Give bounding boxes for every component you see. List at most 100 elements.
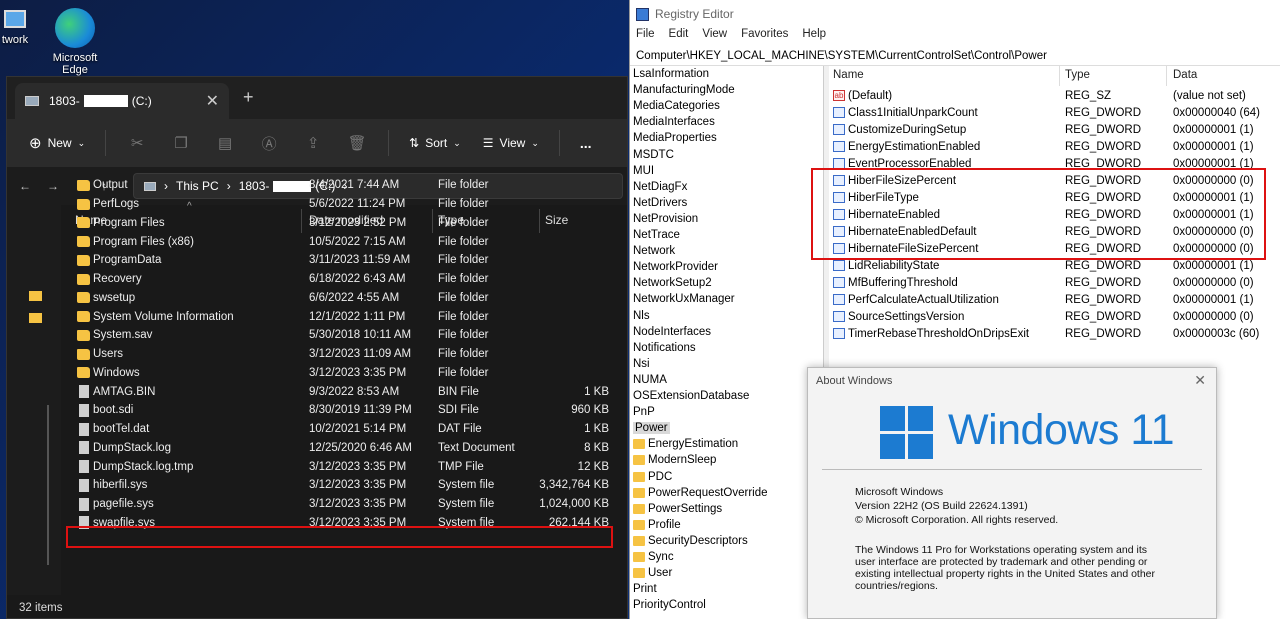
tree-item[interactable]: LsaInformation — [633, 66, 709, 82]
table-row[interactable]: hiberfil.sys 3/12/2023 3:35 PM System file… — [71, 476, 627, 495]
tree-item[interactable]: ModernSleep — [633, 452, 716, 468]
tree-item[interactable]: NUMA — [633, 372, 667, 388]
table-row[interactable]: Program Files (x86) 10/5/2022 7:15 AM File… — [71, 232, 627, 251]
tree-item[interactable]: NetDrivers — [633, 195, 687, 211]
table-row[interactable]: bootTel.dat 10/2/2021 5:14 PM DAT File 1 KB — [71, 420, 627, 439]
tree-item[interactable]: NetworkSetup2 — [633, 275, 712, 291]
menu-help[interactable]: Help — [802, 28, 826, 46]
tree-item[interactable]: PowerSettings — [633, 501, 722, 517]
tree-item[interactable]: Sync — [633, 549, 674, 565]
menu-file[interactable]: File — [636, 28, 655, 46]
item-count: 32 items — [19, 601, 63, 614]
tree-item[interactable]: PowerRequestOverride — [633, 485, 768, 501]
value-row[interactable]: MfBufferingThreshold REG_DWORD 0x00000000 … — [829, 274, 1280, 291]
table-row[interactable]: Program Files 3/12/2023 2:52 PM File folde… — [71, 214, 627, 233]
tree-item[interactable]: Print — [633, 581, 657, 597]
tree-item[interactable]: NetworkUxManager — [633, 291, 735, 307]
tab-bar: 1803- (C:) ✕ + — [7, 77, 627, 119]
file-type: File folder — [438, 273, 489, 286]
table-row[interactable]: DumpStack.log.tmp 3/12/2023 3:35 PM TMP Fi… — [71, 457, 627, 476]
view-button[interactable]: ☰ View ⌄ — [475, 132, 547, 154]
file-icon — [79, 403, 89, 417]
table-row[interactable]: boot.sdi 8/30/2019 11:39 PM SDI File 960 KB — [71, 401, 627, 420]
value-row[interactable]: Class1InitialUnparkCount REG_DWORD 0x00000… — [829, 104, 1280, 121]
delete-icon[interactable]: 🗑 — [346, 133, 368, 153]
cut-icon[interactable]: ✂ — [126, 133, 148, 153]
menu-edit[interactable]: Edit — [669, 28, 689, 46]
table-row[interactable]: ProgramData 3/11/2023 11:59 AM File folder — [71, 251, 627, 270]
back-icon[interactable]: ← — [19, 179, 31, 193]
menu-view[interactable]: View — [702, 28, 727, 46]
tree-item[interactable]: MediaProperties — [633, 130, 717, 146]
share-icon[interactable]: ⇪ — [302, 133, 324, 153]
table-row[interactable]: Recovery 6/18/2022 6:43 AM File folder — [71, 270, 627, 289]
folder-icon — [77, 273, 90, 285]
tree-item[interactable]: EnergyEstimation — [633, 436, 738, 452]
value-row[interactable]: ab (Default) REG_SZ (value not set) — [829, 87, 1280, 104]
explorer-tab[interactable]: 1803- (C:) ✕ — [15, 83, 229, 119]
tree-item[interactable]: Profile — [633, 517, 681, 533]
column-header-data[interactable]: Data — [1173, 69, 1197, 81]
value-row[interactable]: EnergyEstimationEnabled REG_DWORD 0x000000… — [829, 138, 1280, 155]
binary-value-icon — [833, 141, 845, 152]
tree-item[interactable]: MediaCategories — [633, 98, 720, 114]
new-button[interactable]: ⊕ New ⌄ — [21, 130, 93, 156]
tree-item[interactable]: PnP — [633, 404, 655, 420]
tree-item[interactable]: MSDTC — [633, 147, 674, 163]
tree-item[interactable]: MediaInterfaces — [633, 114, 715, 130]
file-size: 3,342,764 KB — [539, 479, 609, 492]
new-tab-icon[interactable]: + — [243, 87, 254, 108]
tree-item[interactable]: User — [633, 565, 672, 581]
value-row[interactable]: PerfCalculateActualUtilization REG_DWORD 0… — [829, 291, 1280, 308]
table-row[interactable]: Windows 3/12/2023 3:35 PM File folder — [71, 364, 627, 383]
tree-item[interactable]: NetProvision — [633, 211, 698, 227]
value-data: 0x00000001 (1) — [1173, 140, 1254, 153]
tree-item[interactable]: NetworkProvider — [633, 259, 718, 275]
table-row[interactable]: AMTAG.BIN 9/3/2022 8:53 AM BIN File 1 KB — [71, 382, 627, 401]
table-row[interactable]: Output 8/4/2021 7:44 AM File folder — [71, 176, 627, 195]
tree-item[interactable]: PriorityControl — [633, 597, 706, 613]
desktop-icon-edge[interactable]: Microsoft Edge — [46, 8, 104, 76]
tree-item[interactable]: MUI — [633, 163, 654, 179]
tree-item[interactable]: SecurityDescriptors — [633, 533, 748, 549]
tree-item[interactable]: Power — [633, 420, 670, 436]
table-row[interactable]: pagefile.sys 3/12/2023 3:35 PM System file… — [71, 495, 627, 514]
close-tab-icon[interactable]: ✕ — [206, 91, 219, 111]
folder-icon[interactable] — [29, 313, 42, 323]
sort-button[interactable]: ⇅ Sort ⌄ — [401, 132, 469, 154]
value-type: REG_DWORD — [1065, 259, 1142, 272]
table-row[interactable]: PerfLogs 5/6/2022 11:24 PM File folder — [71, 195, 627, 214]
value-row[interactable]: TimerRebaseThresholdOnDripsExit REG_DWORD… — [829, 325, 1280, 342]
scrollbar[interactable] — [47, 405, 49, 565]
tree-item[interactable]: NetTrace — [633, 227, 680, 243]
address-path[interactable]: Computer\HKEY_LOCAL_MACHINE\SYSTEM\Curre… — [630, 46, 1280, 66]
menu-favorites[interactable]: Favorites — [741, 28, 788, 46]
tree-item[interactable]: Notifications — [633, 340, 696, 356]
table-row[interactable]: swsetup 6/6/2022 4:55 AM File folder — [71, 289, 627, 308]
folder-icon[interactable] — [29, 291, 42, 301]
table-row[interactable]: System.sav 5/30/2018 10:11 AM File folder — [71, 326, 627, 345]
column-header-name[interactable]: Name — [833, 69, 864, 81]
binary-value-icon — [833, 107, 845, 118]
tree-item[interactable]: NodeInterfaces — [633, 324, 711, 340]
tree-item[interactable]: PDC — [633, 469, 672, 485]
tree-item[interactable]: NetDiagFx — [633, 179, 687, 195]
copy-icon[interactable]: ❐ — [170, 133, 192, 153]
tree-item[interactable]: OSExtensionDatabase — [633, 388, 749, 404]
table-row[interactable]: Users 3/12/2023 11:09 AM File folder — [71, 345, 627, 364]
value-row[interactable]: SourceSettingsVersion REG_DWORD 0x00000000… — [829, 308, 1280, 325]
more-button[interactable]: ... — [572, 131, 600, 155]
value-row[interactable]: CustomizeDuringSetup REG_DWORD 0x00000001 … — [829, 121, 1280, 138]
paste-icon[interactable]: ▤ — [214, 133, 236, 153]
tree-item[interactable]: ManufacturingMode — [633, 82, 735, 98]
tree-item[interactable]: Network — [633, 243, 675, 259]
close-icon[interactable]: ✕ — [1194, 372, 1206, 389]
tree-item[interactable]: Nls — [633, 308, 650, 324]
desktop-icon-network[interactable]: twork — [0, 10, 30, 46]
column-header-type[interactable]: Type — [1065, 69, 1090, 81]
table-row[interactable]: DumpStack.log 12/25/2020 6:46 AM Text Docu… — [71, 439, 627, 458]
table-row[interactable]: System Volume Information 12/1/2022 1:11 … — [71, 307, 627, 326]
forward-icon[interactable]: → — [47, 179, 59, 193]
tree-item[interactable]: Nsi — [633, 356, 650, 372]
rename-icon[interactable]: Ⓐ — [258, 133, 280, 153]
